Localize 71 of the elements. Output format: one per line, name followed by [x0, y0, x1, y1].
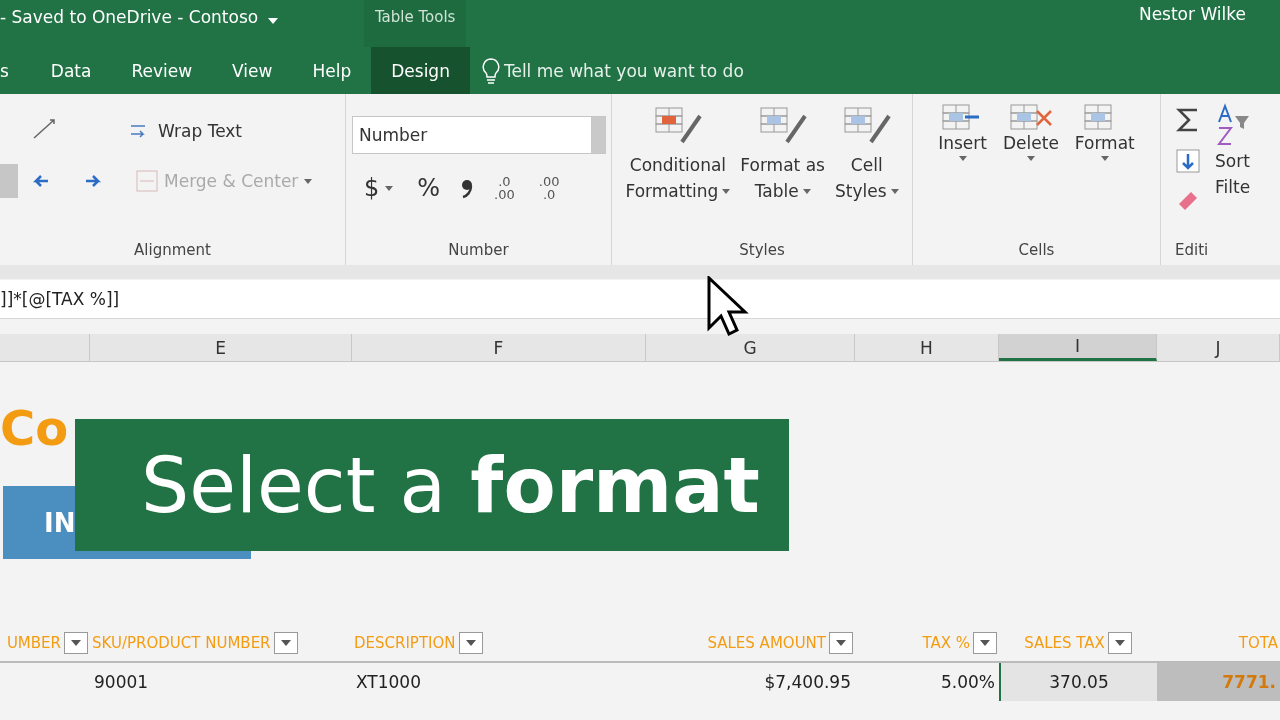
- banner-text: IN: [44, 507, 76, 538]
- number-format-dropdown[interactable]: Number: [352, 116, 606, 154]
- caret-icon: [890, 188, 899, 194]
- caret-icon: [1114, 640, 1125, 646]
- column-heading: SALES AMOUNT: [707, 634, 826, 652]
- currency-button[interactable]: $: [360, 172, 398, 204]
- context-tab-label: Table Tools: [364, 0, 467, 47]
- column-header[interactable]: E: [90, 334, 352, 361]
- filter-button[interactable]: [273, 632, 298, 654]
- group-label: Number: [447, 241, 510, 261]
- formula-bar[interactable]: ]]*[@[TAX %]]: [0, 280, 1280, 319]
- styles-button[interactable]: Conditional Formatting: [621, 94, 735, 241]
- comma-style-icon[interactable]: [460, 177, 475, 199]
- merge-cells-icon: [136, 170, 158, 192]
- wrap-text-button[interactable]: Wrap Text: [124, 116, 247, 146]
- fill-down-icon[interactable]: [1175, 148, 1201, 174]
- caret-icon: [465, 640, 476, 646]
- column-heading: TAX %: [922, 634, 970, 652]
- styles-button[interactable]: Cell Styles: [830, 94, 903, 241]
- column-heading: TOTA: [1238, 634, 1278, 652]
- filter-button[interactable]: [973, 632, 997, 654]
- column-heading: SKU/PRODUCT NUMBER: [92, 634, 271, 652]
- caret-icon: [71, 640, 81, 646]
- caret-icon: [1100, 156, 1109, 161]
- sort-icon: [1215, 102, 1249, 148]
- group-label: Styles: [738, 241, 786, 261]
- lightbulb-icon: [481, 57, 500, 84]
- cell-text: 90001: [94, 672, 149, 692]
- sort-filter-button[interactable]: Sort Filte: [1215, 94, 1251, 241]
- filter-button[interactable]: [458, 632, 483, 654]
- cells-button[interactable]: Delete: [999, 94, 1063, 241]
- caret-icon: [980, 640, 990, 646]
- cells-grid-icon: [1009, 104, 1052, 130]
- tell-me-field[interactable]: Tell me what you want to do: [481, 57, 744, 84]
- group-label: Cells: [1017, 241, 1056, 261]
- column-heading: SALES TAX: [1024, 634, 1105, 652]
- user-name[interactable]: Nestor Wilke: [1138, 0, 1246, 24]
- caret-icon: [836, 640, 846, 646]
- caret-icon: [385, 185, 394, 191]
- column-header[interactable]: I: [999, 334, 1157, 361]
- cell-text: XT1000: [356, 672, 421, 692]
- cell-text: 5.00%: [941, 672, 995, 692]
- decimal-button[interactable]: .0 .00: [490, 173, 519, 203]
- percent-button[interactable]: %: [413, 172, 445, 204]
- ribbon-tab[interactable]: Design: [371, 47, 470, 94]
- column-heading: UMBER: [6, 634, 61, 652]
- caret-icon: [722, 188, 731, 194]
- column-header[interactable]: J: [1157, 334, 1280, 361]
- caret-icon: [802, 188, 811, 194]
- cell-text: 370.05: [1049, 672, 1109, 692]
- group-label: Alignment: [133, 241, 212, 261]
- filter-button[interactable]: [829, 632, 853, 654]
- styles-button[interactable]: Format as Table: [736, 94, 829, 241]
- column-heading: DESCRIPTION: [354, 634, 456, 652]
- column-header[interactable]: F: [352, 334, 646, 361]
- filter-button[interactable]: [64, 632, 88, 654]
- group-label: Editi: [1174, 241, 1210, 261]
- caret-icon[interactable]: [268, 18, 279, 24]
- document-title: - Saved to OneDrive - Contoso: [0, 6, 259, 27]
- caret-icon: [958, 156, 967, 161]
- filter-button[interactable]: [1107, 632, 1132, 654]
- caret-icon: [304, 178, 313, 184]
- caret-icon: [1026, 156, 1035, 161]
- cells-button[interactable]: Format: [1070, 94, 1139, 241]
- sheet-title: Co: [0, 400, 70, 458]
- cell-text: 7771.: [1222, 672, 1276, 692]
- cells-button[interactable]: Insert: [934, 94, 991, 241]
- decimal-button[interactable]: .00 .0: [534, 173, 564, 203]
- caption-text: Select a format: [141, 440, 760, 530]
- caret-icon: [280, 640, 291, 646]
- cell-text: $7,400.95: [764, 672, 851, 692]
